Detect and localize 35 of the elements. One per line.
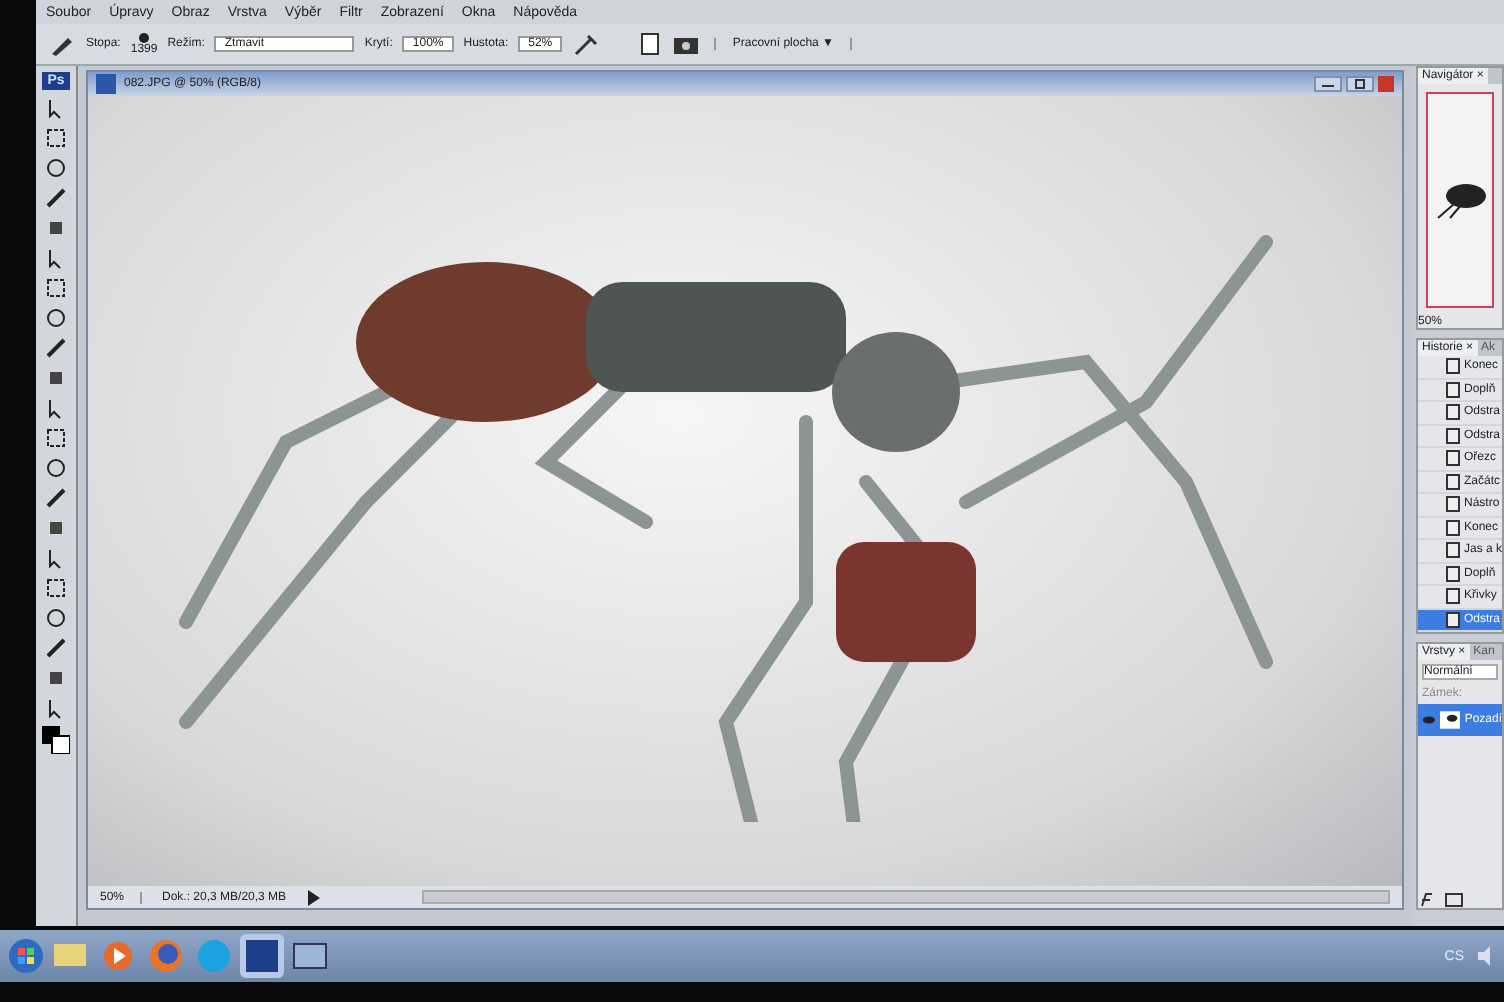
tool-icon[interactable] <box>44 576 68 600</box>
document-icon <box>96 74 116 94</box>
tool-icon[interactable] <box>44 426 68 450</box>
restore-icon[interactable] <box>1346 76 1374 92</box>
start-orb-icon[interactable] <box>8 938 44 974</box>
tool-icon[interactable] <box>44 516 68 540</box>
browser-icon <box>146 936 186 976</box>
eye-icon <box>1422 714 1436 726</box>
minimize-icon[interactable] <box>1314 76 1342 92</box>
ps-app-icon <box>242 936 282 976</box>
tool-icon[interactable] <box>44 186 68 210</box>
tool-icon[interactable] <box>44 336 68 360</box>
tool-icon[interactable] <box>44 306 68 330</box>
horizontal-scrollbar[interactable] <box>422 890 1390 904</box>
tool-icon[interactable] <box>44 456 68 480</box>
brush-dot-icon <box>138 32 151 44</box>
fx-icon[interactable] <box>1418 892 1466 908</box>
layer-thumbnail-icon <box>1439 710 1461 730</box>
media-player-icon <box>98 936 138 976</box>
airbrush-icon[interactable] <box>572 32 601 56</box>
tool-icon[interactable] <box>44 156 68 180</box>
tool-icon[interactable] <box>44 636 68 660</box>
tool-icon[interactable] <box>44 216 68 240</box>
taskbar-button[interactable] <box>144 934 188 978</box>
tool-icon[interactable] <box>44 126 68 150</box>
tool-icon[interactable] <box>44 666 68 690</box>
chat-icon <box>194 936 234 976</box>
taskbar-button[interactable] <box>240 934 284 978</box>
brush-icon[interactable] <box>48 32 76 56</box>
document-icon[interactable] <box>638 32 663 56</box>
tool-icon[interactable] <box>44 366 68 390</box>
tool-icon[interactable] <box>44 276 68 300</box>
tool-icon[interactable] <box>44 486 68 510</box>
tool-icon[interactable] <box>44 606 68 630</box>
color-swatch-icon[interactable] <box>42 726 70 754</box>
